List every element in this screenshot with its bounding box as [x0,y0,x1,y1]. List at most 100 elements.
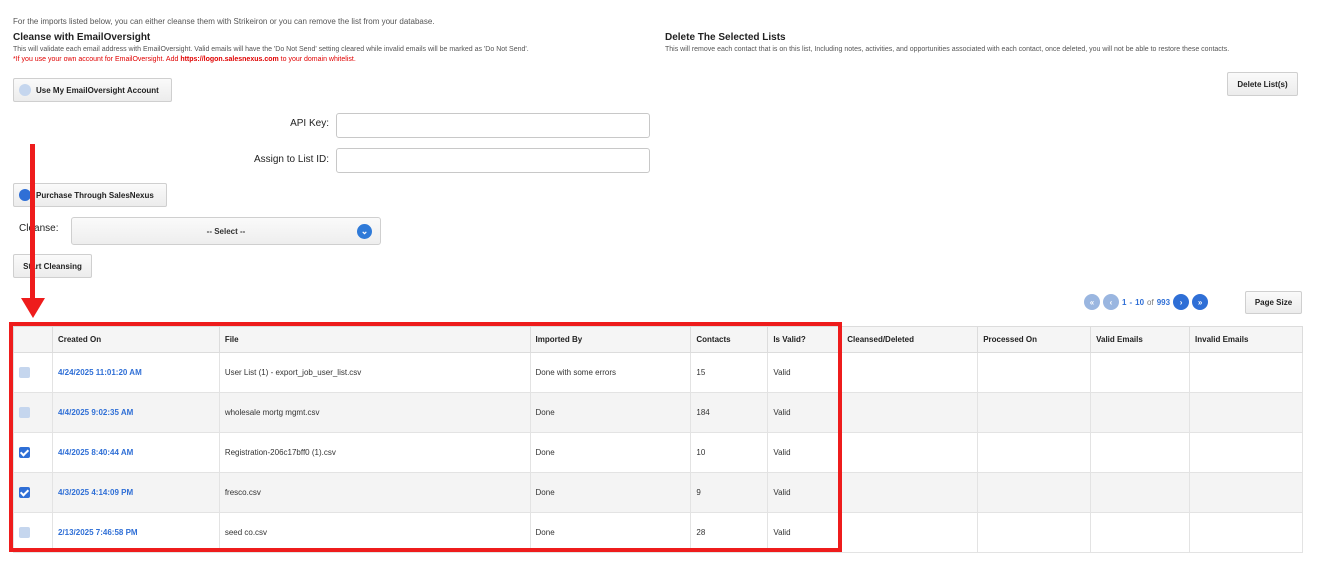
imports-table: Created On File Imported By Contacts Is … [13,326,1303,553]
delete-title: Delete The Selected Lists [665,32,786,43]
processed-cell [977,352,1092,393]
invalid-emails-cell [1189,392,1303,433]
row-checkbox[interactable] [19,367,30,378]
row-checkbox-checked[interactable] [19,487,30,498]
header-is-valid[interactable]: Is Valid? [767,326,843,353]
created-on-link[interactable]: 4/24/2025 11:01:20 AM [58,368,142,377]
page-dash: - [1129,297,1133,307]
annotation-arrow-line [30,144,35,304]
header-valid-emails[interactable]: Valid Emails [1090,326,1191,353]
list-id-label: Assign to List ID: [253,154,329,165]
header-created-on[interactable]: Created On [51,326,220,353]
intro-text: For the imports listed below, you can ei… [13,17,435,26]
contacts-cell: 9 [690,472,769,513]
cleanse-section: Cleanse with EmailOversight This will va… [13,32,653,65]
row-checkbox[interactable] [19,407,30,418]
valid-emails-cell [1090,392,1191,433]
cleanse-select-value: -- Select -- [206,226,246,236]
cleansed-cell [841,472,979,513]
contacts-cell: 184 [690,392,769,433]
note-suffix: to your domain whitelist. [278,56,356,63]
purchase-radio[interactable]: Purchase Through SalesNexus [13,183,167,207]
page-to: 10 [1135,297,1145,307]
page-size-button[interactable]: Page Size [1245,291,1302,314]
cleanse-title: Cleanse with EmailOversight [13,32,151,43]
invalid-emails-cell [1189,472,1303,513]
processed-cell [977,472,1092,513]
first-page-icon[interactable]: « [1084,294,1100,310]
invalid-emails-cell [1189,432,1303,473]
radio-off-icon [19,84,31,96]
list-id-input[interactable] [336,148,650,173]
imported-by-cell: Done with some errors [529,352,692,393]
is-valid-cell: Valid [767,432,843,473]
file-cell: fresco.csv [218,472,531,513]
row-checkbox-checked[interactable] [19,447,30,458]
header-invalid-emails[interactable]: Invalid Emails [1189,326,1303,353]
valid-emails-cell [1090,432,1191,473]
contacts-cell: 15 [690,352,769,393]
valid-emails-cell [1090,512,1191,553]
table-header-row: Created On File Imported By Contacts Is … [13,326,1303,353]
header-select [13,326,53,353]
row-checkbox[interactable] [19,527,30,538]
created-on-link[interactable]: 4/4/2025 8:40:44 AM [58,448,133,457]
cleanse-note: *If you use your own account for EmailOv… [13,55,653,65]
contacts-cell: 10 [690,432,769,473]
processed-cell [977,512,1092,553]
own-account-radio[interactable]: Use My EmailOversight Account [13,78,172,102]
whitelist-link[interactable]: https://logon.salesnexus.com [180,56,278,63]
delete-section: Delete The Selected Lists This will remo… [665,32,1310,55]
created-on-link[interactable]: 4/4/2025 9:02:35 AM [58,408,133,417]
purchase-label: Purchase Through SalesNexus [36,190,154,200]
header-file[interactable]: File [218,326,531,353]
cleansed-cell [841,392,979,433]
header-contacts[interactable]: Contacts [690,326,769,353]
table-row: 4/24/2025 11:01:20 AM User List (1) - ex… [13,352,1303,393]
is-valid-cell: Valid [767,512,843,553]
table-row: 4/3/2025 4:14:09 PM fresco.csv Done 9 Va… [13,472,1303,513]
header-processed-on[interactable]: Processed On [977,326,1092,353]
last-page-icon[interactable]: » [1192,294,1209,310]
processed-cell [977,432,1092,473]
start-cleansing-button[interactable]: Start Cleansing [13,254,92,278]
own-account-label: Use My EmailOversight Account [36,85,159,95]
valid-emails-cell [1090,352,1191,393]
cleanse-select[interactable]: -- Select -- ⌄ [71,217,381,245]
header-imported-by[interactable]: Imported By [529,326,692,353]
file-cell: User List (1) - export_job_user_list.csv [218,352,531,393]
page-size-label: Page Size [1254,298,1293,307]
cleanse-label: Cleanse: [19,223,59,234]
cleansed-cell [841,512,979,553]
delete-lists-label: Delete List(s) [1237,79,1288,89]
imported-by-cell: Done [529,432,692,473]
cleansed-cell [841,432,979,473]
page-from: 1 [1122,297,1127,307]
api-key-input[interactable] [336,113,650,138]
is-valid-cell: Valid [767,472,843,513]
prev-page-icon[interactable]: ‹ [1103,294,1119,310]
file-cell: Registration-206c17bff0 (1).csv [218,432,531,473]
imported-by-cell: Done [529,392,692,433]
cleansed-cell [841,352,979,393]
table-row: 4/4/2025 9:02:35 AM wholesale mortg mgmt… [13,392,1303,433]
imported-by-cell: Done [529,512,692,553]
annotation-arrow-head [21,298,45,318]
created-on-link[interactable]: 4/3/2025 4:14:09 PM [58,488,133,497]
processed-cell [977,392,1092,433]
chevron-down-icon: ⌄ [357,224,372,239]
pagination: « ‹ 1 - 10 of 993 › » [1084,293,1209,311]
header-cleansed-deleted[interactable]: Cleansed/Deleted [841,326,979,353]
imported-by-cell: Done [529,472,692,513]
invalid-emails-cell [1189,352,1303,393]
valid-emails-cell [1090,472,1191,513]
cleanse-description: This will validate each email address wi… [13,46,529,53]
contacts-cell: 28 [690,512,769,553]
delete-lists-button[interactable]: Delete List(s) [1227,72,1298,96]
created-on-link[interactable]: 2/13/2025 7:46:58 PM [58,528,138,537]
next-page-icon[interactable]: › [1173,294,1190,310]
page-total: 993 [1156,297,1171,307]
file-cell: seed co.csv [218,512,531,553]
file-cell: wholesale mortg mgmt.csv [218,392,531,433]
note-prefix: *If you use your own account for EmailOv… [13,56,181,63]
